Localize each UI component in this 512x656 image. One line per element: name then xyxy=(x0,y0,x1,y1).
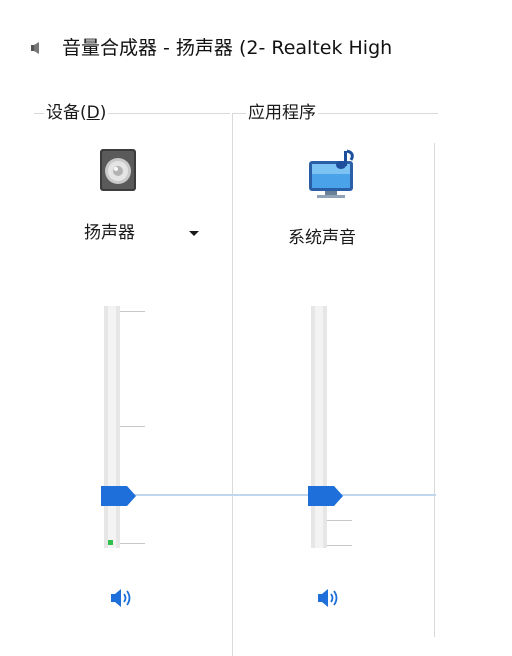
speaker-volume-icon xyxy=(318,589,338,607)
device-tick xyxy=(120,543,145,544)
device-group-label: 设备(D) xyxy=(44,102,109,124)
device-mute-button[interactable] xyxy=(109,587,133,609)
device-group-label-suffix: ) xyxy=(99,103,107,123)
device-tick xyxy=(120,311,145,312)
app-tick xyxy=(327,520,352,521)
app-name-system-sounds: 系统声音 xyxy=(288,228,356,248)
device-volume-track[interactable] xyxy=(104,306,120,548)
device-name[interactable]: 扬声器 xyxy=(84,222,135,244)
apps-group-right-border xyxy=(434,143,435,637)
apps-group-label: 应用程序 xyxy=(246,102,318,124)
device-tick xyxy=(120,426,145,427)
mixer-title-icon xyxy=(30,40,42,54)
speaker-volume-icon xyxy=(111,589,131,607)
chevron-down-icon[interactable] xyxy=(183,226,205,242)
app-mute-button[interactable] xyxy=(316,587,340,609)
system-sounds-icon xyxy=(301,149,361,199)
group-separator xyxy=(232,113,233,656)
device-volume-track-inner xyxy=(108,306,116,548)
window-title: 音量合成器 - 扬声器 (2- Realtek High xyxy=(62,37,393,59)
app-volume-track-inner xyxy=(315,306,323,548)
app-volume-thumb[interactable] xyxy=(308,486,344,506)
device-group-label-accelerator: D xyxy=(86,103,100,123)
volume-level-line xyxy=(120,494,436,496)
device-group-label-prefix: 设备( xyxy=(46,103,87,123)
app-tick xyxy=(327,545,352,546)
speaker-device-icon[interactable] xyxy=(100,149,140,193)
device-volume-thumb[interactable] xyxy=(101,486,137,506)
device-peak-meter xyxy=(108,540,113,545)
app-volume-track[interactable] xyxy=(311,306,327,548)
